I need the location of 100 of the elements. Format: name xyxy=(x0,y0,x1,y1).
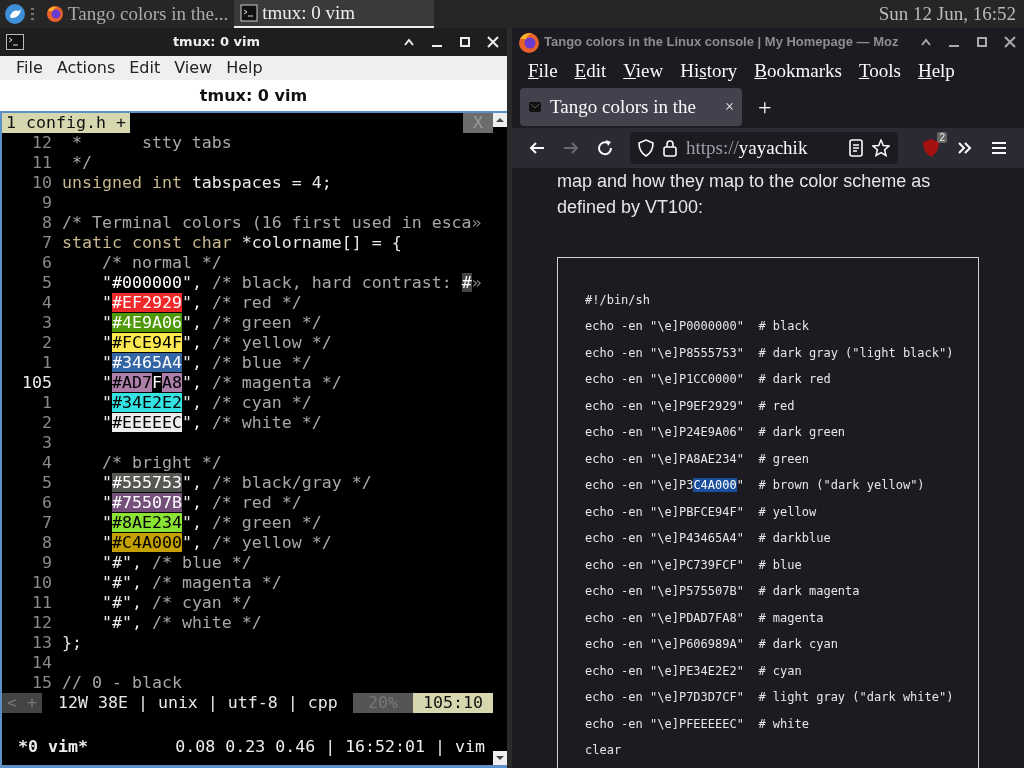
terminal-icon xyxy=(240,4,259,22)
maximize-icon[interactable] xyxy=(976,36,988,48)
code-line: * stty tabs xyxy=(71,133,232,153)
line-number: 11 xyxy=(31,153,53,173)
line-number: 15 xyxy=(31,673,53,693)
shade-icon[interactable] xyxy=(403,36,415,48)
line-number: 12 xyxy=(31,613,53,633)
scroll-down-icon[interactable] xyxy=(493,751,507,765)
code-line: "#", /* blue */ xyxy=(100,553,252,573)
line-number: 3 xyxy=(41,433,53,453)
code-line: static const char *colorname[] = { xyxy=(62,233,402,253)
window-title: tmux: 0 vim xyxy=(172,34,261,50)
code-line: echo -en "\e]P8555753" # dark gray ("light black") xyxy=(585,344,955,362)
menu-item[interactable]: File xyxy=(528,56,558,86)
line-number: 7 xyxy=(41,233,53,253)
taskbar-item[interactable]: tmux: 0 vim xyxy=(234,0,435,28)
shield-icon[interactable] xyxy=(922,138,940,158)
code-line: echo -en "\e]PC739FCF" # blue xyxy=(585,556,803,574)
code-line: echo -en "\e]P606989A" # dark cyan xyxy=(585,636,839,654)
code-line: echo -en "\e]P24E9A06" # dark green xyxy=(585,424,847,442)
code-line: echo -en "\e]P9EF2929" # red xyxy=(585,397,796,415)
code-line: "#", /* white */ xyxy=(100,613,262,633)
new-tab-button[interactable]: + xyxy=(758,95,772,119)
line-number: 2 xyxy=(41,333,53,353)
code-line: "#", /* magenta */ xyxy=(100,573,282,593)
tmux-status: 0.08 0.23 0.46 | 16:52:01 | vim xyxy=(175,737,486,757)
vim-tab[interactable]: 1 config.h + xyxy=(2,113,130,133)
code-line: echo -en "\e]P43465A4" # darkblue xyxy=(585,530,832,548)
menu-item[interactable]: View xyxy=(174,56,213,80)
menu-item[interactable]: History xyxy=(680,56,738,86)
line-number: 8 xyxy=(41,213,53,233)
menu-item[interactable]: Bookmarks xyxy=(754,56,842,86)
cursor-position: 105:10 xyxy=(413,693,493,713)
address-field[interactable]: https://yayachik xyxy=(630,132,898,164)
menu-item[interactable]: File xyxy=(16,56,43,80)
scroll-up-icon[interactable] xyxy=(493,113,507,127)
reader-icon[interactable] xyxy=(848,139,864,157)
menu-item[interactable]: Edit xyxy=(574,56,607,86)
code-line: unsigned int tabspaces = 4; xyxy=(62,173,332,193)
code-line: echo -en "\e]P3C4A000" # brown ("dark yellow") xyxy=(585,477,926,495)
code-line: */ xyxy=(71,153,92,173)
code-line: "#EF2929", /* red */ xyxy=(100,293,302,313)
browser-tab[interactable]: Tango colors in the × xyxy=(520,88,742,126)
code-line: echo -en "\e]PBFCE94F" # yellow xyxy=(585,503,818,521)
code-line: "#4E9A06", /* green */ xyxy=(100,313,322,333)
line-number: 9 xyxy=(41,193,53,213)
menu-item[interactable]: Tools xyxy=(858,56,901,86)
code-line: "#555753", /* black/gray */ xyxy=(100,473,372,493)
menu-item[interactable]: Edit xyxy=(129,56,161,80)
menu-icon[interactable] xyxy=(990,139,1008,157)
code-line: echo -en "\e]PFEEEEEC" # white xyxy=(585,715,810,733)
line-number: 5 xyxy=(41,473,53,493)
line-number: 1 xyxy=(41,353,53,373)
buffer-indicator: < + xyxy=(2,693,42,713)
menu-item[interactable]: Help xyxy=(226,56,263,80)
firefox-icon xyxy=(518,31,540,53)
line-number: 7 xyxy=(41,513,53,533)
line-number: 6 xyxy=(41,493,53,513)
code-line: // 0 - black xyxy=(62,673,182,693)
star-icon[interactable] xyxy=(872,139,890,157)
line-number: 5 xyxy=(41,273,53,293)
code-line: echo -en "\e]P0000000" # black xyxy=(585,318,810,336)
taskbar-item[interactable]: Tango colors in the... xyxy=(40,0,235,28)
line-number: 14 xyxy=(31,653,53,673)
tab-title[interactable]: tmux: 0 vim xyxy=(199,83,308,108)
code-line: }; xyxy=(62,633,82,653)
launcher-icon[interactable] xyxy=(4,3,26,25)
window-title: Tango colors in the Linux console | My Homepage — Moz xyxy=(544,33,899,52)
line-number: 4 xyxy=(41,453,53,473)
code-line: "#34E2E2", /* cyan */ xyxy=(100,393,312,413)
tmux-window[interactable]: *0 vim* xyxy=(18,737,88,757)
shade-icon[interactable] xyxy=(920,36,932,48)
status-info: 12W 38E | unix | utf-8 | cpp xyxy=(57,693,339,713)
menu-item[interactable]: View xyxy=(623,56,664,86)
line-number: 13 xyxy=(31,633,53,653)
lock-icon xyxy=(662,139,678,157)
line-number: 8 xyxy=(41,533,53,553)
code-line: echo -en "\e]PE34E2E2" # cyan xyxy=(585,662,803,680)
line-number: 12 xyxy=(31,133,53,153)
menu-item[interactable]: Actions xyxy=(56,56,116,80)
code-line: "#000000", /* black, hard contrast: #» xyxy=(100,273,482,293)
menu-item[interactable]: Help xyxy=(917,56,955,86)
line-number: 2 xyxy=(41,413,53,433)
reload-icon[interactable] xyxy=(596,139,614,157)
line-number: 10 xyxy=(31,573,53,593)
line-number: 9 xyxy=(41,553,53,573)
line-number: 105 xyxy=(21,373,53,393)
line-number: 3 xyxy=(41,313,53,333)
line-number: 1 xyxy=(41,393,53,413)
close-icon[interactable] xyxy=(1004,36,1016,48)
close-tab-button[interactable]: × xyxy=(724,95,734,119)
code-line: /* Terminal colors (16 first used in esca» xyxy=(62,213,482,233)
clock: Sun 12 Jun, 16:52 xyxy=(878,1,1016,26)
grip-icon[interactable] xyxy=(30,7,36,21)
code-line: "#FCE94F", /* yellow */ xyxy=(100,333,332,353)
code-line: echo -en "\e]P1CC0000" # dark red xyxy=(585,371,832,389)
paragraph: map and how they map to the color scheme as defined by VT100: xyxy=(557,170,932,219)
line-number: 11 xyxy=(31,593,53,613)
firefox-icon xyxy=(46,5,64,23)
code-line: #!/bin/sh xyxy=(585,292,652,309)
